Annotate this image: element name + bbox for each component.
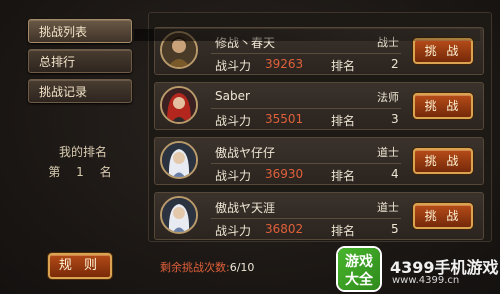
power-value: 36930 — [265, 167, 304, 181]
power-value: 39263 — [265, 57, 304, 71]
rank-value: 2 — [391, 57, 399, 71]
watermark-url: www.4399.cn — [392, 275, 460, 286]
rank-label: 排名 — [331, 59, 356, 73]
power-value: 36802 — [265, 222, 304, 236]
rank-value: 5 — [391, 222, 399, 236]
watermark-badge-top: 游戏 — [345, 254, 373, 270]
left-sidebar: 挑战列表 总排行 挑战记录 我的排名 第 1 名 规 则 — [0, 0, 148, 294]
my-rank-value: 第 1 名 — [48, 165, 118, 179]
opponent-row: Saber 法师 战斗力 35501 排名 3 挑 战 — [154, 82, 484, 130]
menu-challenge-list[interactable]: 挑战列表 — [28, 19, 132, 43]
challenge-button[interactable]: 挑 战 — [413, 203, 473, 229]
power-value: 35501 — [265, 112, 304, 126]
avatar — [160, 141, 198, 179]
rules-button[interactable]: 规 则 — [48, 253, 112, 279]
rank-value: 4 — [391, 167, 399, 181]
power-label: 战斗力 — [215, 59, 252, 73]
challenge-panel: 挑战列表 总排行 挑战记录 我的排名 第 1 名 规 则 修战丶春天 战士 战斗… — [0, 0, 500, 294]
opponent-class: 道士 — [377, 146, 399, 159]
opponent-name: Saber — [215, 89, 250, 103]
avatar — [160, 86, 198, 124]
opponent-name: 傲战ヤ天涯 — [215, 201, 276, 215]
row-divider — [211, 163, 401, 164]
menu-challenge-record[interactable]: 挑战记录 — [28, 79, 132, 103]
avatar — [160, 196, 198, 234]
watermark-badge-bottom: 大全 — [345, 272, 373, 288]
row-divider — [211, 218, 401, 219]
rank-label: 排名 — [331, 169, 356, 183]
power-label: 战斗力 — [215, 169, 252, 183]
challenge-button[interactable]: 挑 战 — [413, 148, 473, 174]
row-divider — [211, 108, 401, 109]
my-rank-title: 我的排名 — [58, 145, 107, 159]
taoist-portrait-icon — [162, 143, 196, 177]
selection-highlight — [134, 29, 480, 41]
row-divider — [211, 53, 401, 54]
opponent-row: 傲战ヤ仔仔 道士 战斗力 36930 排名 4 挑 战 — [154, 137, 484, 185]
remaining-label: 剩余挑战次数: — [160, 261, 230, 274]
rank-label: 排名 — [331, 114, 356, 128]
remaining-value: 6/10 — [229, 261, 255, 274]
mage-portrait-icon — [162, 88, 196, 122]
taoist-portrait-icon — [162, 198, 196, 232]
remaining-challenges: 剩余挑战次数:6/10 — [160, 259, 254, 275]
challenge-button[interactable]: 挑 战 — [413, 93, 473, 119]
rank-value: 3 — [391, 112, 399, 126]
opponent-name: 傲战ヤ仔仔 — [215, 146, 276, 160]
opponent-row: 傲战ヤ天涯 道士 战斗力 36802 排名 5 挑 战 — [154, 192, 484, 240]
power-label: 战斗力 — [215, 114, 252, 128]
power-label: 战斗力 — [215, 224, 252, 238]
watermark-logo: 游戏 大全 — [338, 248, 380, 290]
menu-total-ranking[interactable]: 总排行 — [28, 49, 132, 73]
challenge-button[interactable]: 挑 战 — [413, 38, 473, 64]
rank-label: 排名 — [331, 224, 356, 238]
opponent-class: 道士 — [377, 201, 399, 214]
opponent-class: 法师 — [377, 91, 399, 104]
